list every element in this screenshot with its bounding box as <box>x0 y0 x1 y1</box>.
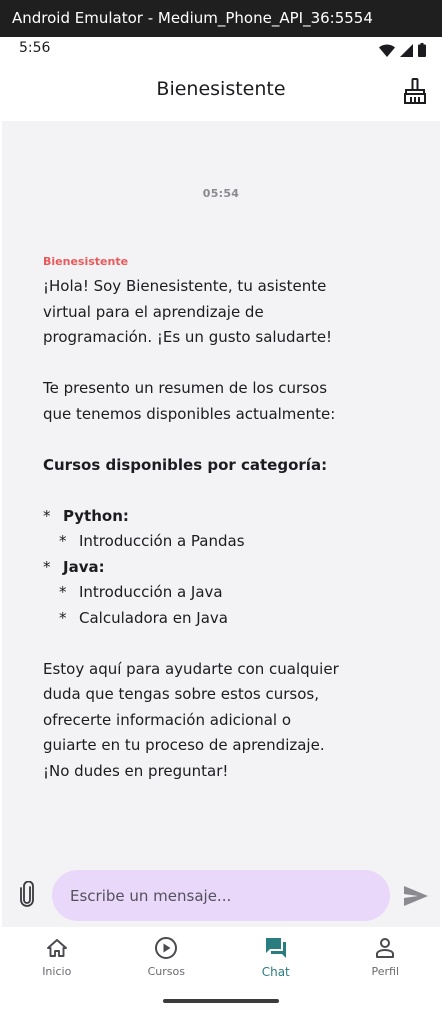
course-label: Calculadora en Java <box>79 608 228 627</box>
nav-item-perfil[interactable]: Perfil <box>331 927 441 997</box>
message-heading: Cursos disponibles por categoría: <box>43 455 328 474</box>
category-item-java: * Java: <box>43 555 363 581</box>
message-composer <box>2 861 440 927</box>
category-item-python: * Python: <box>43 504 363 530</box>
clear-chat-button[interactable] <box>400 76 430 106</box>
category-label: Python: <box>63 506 129 525</box>
wifi-icon <box>379 43 395 57</box>
nav-item-inicio[interactable]: Inicio <box>2 927 112 997</box>
bottom-navigation: Inicio Cursos Chat Perfil <box>2 927 440 997</box>
bullet-star: * <box>59 608 67 627</box>
bullet-star: * <box>59 532 67 550</box>
nav-label: Inicio <box>42 965 72 978</box>
attach-button[interactable] <box>14 881 40 907</box>
course-item: * Calculadora en Java <box>43 606 363 632</box>
gesture-home-bar[interactable] <box>163 999 279 1003</box>
play-circle-icon <box>155 937 178 959</box>
phone-screen: 5:56 Bienesistente 05:54 Bienesistente ¡… <box>2 37 440 1016</box>
message-line: duda que tengas sobre estos cursos, <box>43 685 319 703</box>
message-line: virtual para el aprendizaje de <box>43 302 264 321</box>
message-line: Estoy aquí para ayudarte con cualquier <box>43 659 339 678</box>
nav-label: Chat <box>261 965 290 979</box>
emulator-window-title: Android Emulator - Medium_Phone_API_36:5… <box>0 0 442 37</box>
chat-area[interactable]: 05:54 Bienesistente ¡Hola! Soy Bienesist… <box>2 121 440 861</box>
send-button[interactable] <box>402 882 430 910</box>
app-bar: Bienesistente <box>2 63 440 121</box>
nav-label: Perfil <box>371 965 400 978</box>
status-time: 5:56 <box>19 40 51 56</box>
assistant-message: Bienesistente ¡Hola! Soy Bienesistente, … <box>43 255 363 784</box>
bullet-star: * <box>43 557 51 576</box>
message-timestamp: 05:54 <box>202 187 240 200</box>
message-line: que tenemos disponibles actualmente: <box>43 404 336 423</box>
message-sender: Bienesistente <box>43 255 129 268</box>
message-body: ¡Hola! Soy Bienesistente, tu asistente v… <box>43 274 363 784</box>
message-line: programación. ¡Es un gusto saludarte! <box>43 328 333 346</box>
message-line: ¡Hola! Soy Bienesistente, tu asistente <box>43 277 327 295</box>
nav-item-chat[interactable]: Chat <box>221 927 331 997</box>
bullet-star: * <box>43 506 51 525</box>
course-item: * Introducción a Pandas <box>43 529 363 555</box>
message-input[interactable] <box>52 870 390 921</box>
status-icons <box>379 43 426 57</box>
status-bar: 5:56 <box>2 37 440 63</box>
category-label: Java: <box>63 557 105 576</box>
nav-label: Cursos <box>147 965 185 978</box>
broom-icon <box>404 78 426 104</box>
nav-item-cursos[interactable]: Cursos <box>112 927 222 997</box>
message-line: Te presento un resumen de los cursos <box>43 379 328 397</box>
signal-icon <box>400 43 413 57</box>
battery-icon <box>418 43 426 57</box>
person-icon <box>376 938 395 958</box>
message-line: ofrecerte información adicional o <box>43 710 292 729</box>
message-line: guiarte en tu proceso de aprendizaje. <box>43 736 325 754</box>
bullet-star: * <box>59 583 67 601</box>
send-icon <box>404 886 428 906</box>
course-label: Introducción a Pandas <box>79 532 245 550</box>
chat-icon <box>265 938 286 958</box>
message-line: ¡No dudes en preguntar! <box>43 761 229 780</box>
course-label: Introducción a Java <box>79 583 223 601</box>
course-item: * Introducción a Java <box>43 580 363 606</box>
home-icon <box>46 939 67 957</box>
paperclip-icon <box>20 881 34 907</box>
page-title: Bienesistente <box>156 78 286 100</box>
